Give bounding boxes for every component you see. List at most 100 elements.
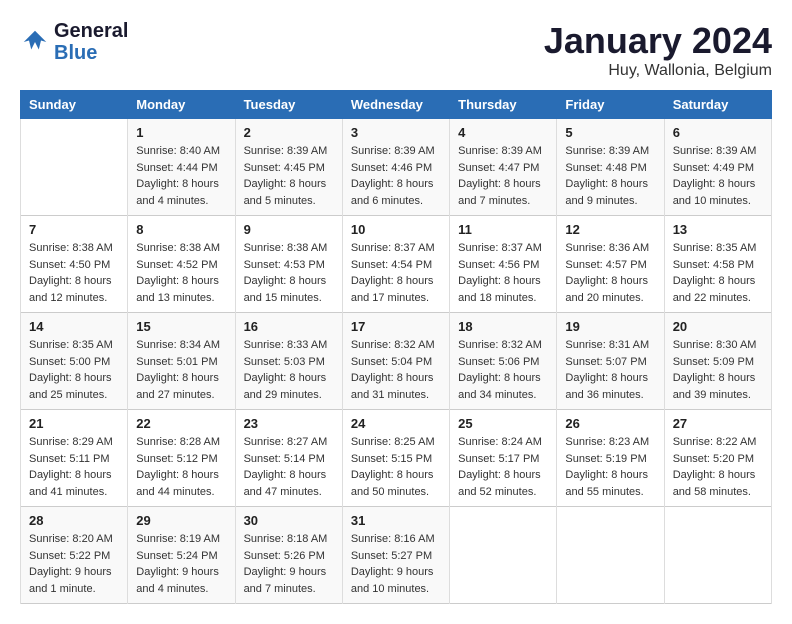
day-cell: 29 Sunrise: 8:19 AMSunset: 5:24 PMDayligh…: [128, 507, 235, 604]
day-info: Sunrise: 8:16 AMSunset: 5:27 PMDaylight:…: [351, 531, 441, 597]
header-tuesday: Tuesday: [235, 91, 342, 119]
day-cell: 23 Sunrise: 8:27 AMSunset: 5:14 PMDayligh…: [235, 410, 342, 507]
day-info: Sunrise: 8:39 AMSunset: 4:49 PMDaylight:…: [673, 143, 763, 209]
day-number: 14: [29, 319, 119, 334]
logo-icon: [20, 27, 50, 57]
day-info: Sunrise: 8:27 AMSunset: 5:14 PMDaylight:…: [244, 434, 334, 500]
day-cell: 12 Sunrise: 8:36 AMSunset: 4:57 PMDayligh…: [557, 216, 664, 313]
day-number: 3: [351, 125, 441, 140]
calendar-table: SundayMondayTuesdayWednesdayThursdayFrid…: [20, 90, 772, 604]
day-info: Sunrise: 8:38 AMSunset: 4:50 PMDaylight:…: [29, 240, 119, 306]
header-sunday: Sunday: [21, 91, 128, 119]
day-cell: 16Sunrise: 8:33 AMSunset: 5:03 PMDayligh…: [235, 313, 342, 410]
week-row-4: 28 Sunrise: 8:20 AMSunset: 5:22 PMDayligh…: [21, 507, 772, 604]
day-info: Sunrise: 8:31 AMSunset: 5:07 PMDaylight:…: [565, 337, 655, 403]
day-number: 9: [244, 222, 334, 237]
week-row-0: 1Sunrise: 8:40 AMSunset: 4:44 PMDaylight…: [21, 119, 772, 216]
day-cell: 24 Sunrise: 8:25 AMSunset: 5:15 PMDayligh…: [342, 410, 449, 507]
day-info: Sunrise: 8:35 AMSunset: 4:58 PMDaylight:…: [673, 240, 763, 306]
day-number: 21: [29, 416, 119, 431]
day-info: Sunrise: 8:30 AMSunset: 5:09 PMDaylight:…: [673, 337, 763, 403]
day-cell: [664, 507, 771, 604]
day-cell: 17 Sunrise: 8:32 AMSunset: 5:04 PMDayligh…: [342, 313, 449, 410]
day-info: Sunrise: 8:40 AMSunset: 4:44 PMDaylight:…: [136, 143, 226, 209]
day-info: Sunrise: 8:32 AMSunset: 5:04 PMDaylight:…: [351, 337, 441, 403]
day-info: Sunrise: 8:36 AMSunset: 4:57 PMDaylight:…: [565, 240, 655, 306]
day-info: Sunrise: 8:38 AMSunset: 4:53 PMDaylight:…: [244, 240, 334, 306]
day-number: 28: [29, 513, 119, 528]
day-cell: 1Sunrise: 8:40 AMSunset: 4:44 PMDaylight…: [128, 119, 235, 216]
day-number: 11: [458, 222, 548, 237]
day-info: Sunrise: 8:25 AMSunset: 5:15 PMDaylight:…: [351, 434, 441, 500]
day-cell: 27Sunrise: 8:22 AMSunset: 5:20 PMDayligh…: [664, 410, 771, 507]
page-header: General Blue January 2024 Huy, Wallonia,…: [20, 20, 772, 80]
day-number: 31: [351, 513, 441, 528]
header-friday: Friday: [557, 91, 664, 119]
day-cell: 18 Sunrise: 8:32 AMSunset: 5:06 PMDayligh…: [450, 313, 557, 410]
day-cell: 15Sunrise: 8:34 AMSunset: 5:01 PMDayligh…: [128, 313, 235, 410]
header-monday: Monday: [128, 91, 235, 119]
day-cell: 21 Sunrise: 8:29 AMSunset: 5:11 PMDayligh…: [21, 410, 128, 507]
day-number: 24: [351, 416, 441, 431]
day-number: 15: [136, 319, 226, 334]
day-number: 18: [458, 319, 548, 334]
day-info: Sunrise: 8:24 AMSunset: 5:17 PMDaylight:…: [458, 434, 548, 500]
day-number: 23: [244, 416, 334, 431]
day-cell: 26 Sunrise: 8:23 AMSunset: 5:19 PMDayligh…: [557, 410, 664, 507]
header-wednesday: Wednesday: [342, 91, 449, 119]
day-info: Sunrise: 8:37 AMSunset: 4:54 PMDaylight:…: [351, 240, 441, 306]
day-number: 20: [673, 319, 763, 334]
day-number: 19: [565, 319, 655, 334]
day-number: 4: [458, 125, 548, 140]
day-number: 26: [565, 416, 655, 431]
day-cell: 4 Sunrise: 8:39 AMSunset: 4:47 PMDaylight…: [450, 119, 557, 216]
day-info: Sunrise: 8:29 AMSunset: 5:11 PMDaylight:…: [29, 434, 119, 500]
day-cell: 6 Sunrise: 8:39 AMSunset: 4:49 PMDaylight…: [664, 119, 771, 216]
day-cell: 3 Sunrise: 8:39 AMSunset: 4:46 PMDaylight…: [342, 119, 449, 216]
day-cell: 28 Sunrise: 8:20 AMSunset: 5:22 PMDayligh…: [21, 507, 128, 604]
day-info: Sunrise: 8:32 AMSunset: 5:06 PMDaylight:…: [458, 337, 548, 403]
day-cell: 9 Sunrise: 8:38 AMSunset: 4:53 PMDaylight…: [235, 216, 342, 313]
week-row-1: 7Sunrise: 8:38 AMSunset: 4:50 PMDaylight…: [21, 216, 772, 313]
day-number: 22: [136, 416, 226, 431]
day-number: 6: [673, 125, 763, 140]
day-cell: 22Sunrise: 8:28 AMSunset: 5:12 PMDayligh…: [128, 410, 235, 507]
day-cell: 31 Sunrise: 8:16 AMSunset: 5:27 PMDayligh…: [342, 507, 449, 604]
day-cell: 13 Sunrise: 8:35 AMSunset: 4:58 PMDayligh…: [664, 216, 771, 313]
day-number: 13: [673, 222, 763, 237]
week-row-3: 21 Sunrise: 8:29 AMSunset: 5:11 PMDayligh…: [21, 410, 772, 507]
day-cell: 11 Sunrise: 8:37 AMSunset: 4:56 PMDayligh…: [450, 216, 557, 313]
day-info: Sunrise: 8:23 AMSunset: 5:19 PMDaylight:…: [565, 434, 655, 500]
month-title: January 2024: [544, 20, 772, 62]
day-info: Sunrise: 8:37 AMSunset: 4:56 PMDaylight:…: [458, 240, 548, 306]
day-info: Sunrise: 8:39 AMSunset: 4:48 PMDaylight:…: [565, 143, 655, 209]
day-cell: 2Sunrise: 8:39 AMSunset: 4:45 PMDaylight…: [235, 119, 342, 216]
day-info: Sunrise: 8:39 AMSunset: 4:47 PMDaylight:…: [458, 143, 548, 209]
day-number: 29: [136, 513, 226, 528]
day-info: Sunrise: 8:22 AMSunset: 5:20 PMDaylight:…: [673, 434, 763, 500]
day-number: 8: [136, 222, 226, 237]
day-number: 30: [244, 513, 334, 528]
day-number: 12: [565, 222, 655, 237]
header-saturday: Saturday: [664, 91, 771, 119]
title-block: January 2024 Huy, Wallonia, Belgium: [544, 20, 772, 80]
day-info: Sunrise: 8:18 AMSunset: 5:26 PMDaylight:…: [244, 531, 334, 597]
day-info: Sunrise: 8:20 AMSunset: 5:22 PMDaylight:…: [29, 531, 119, 597]
day-info: Sunrise: 8:19 AMSunset: 5:24 PMDaylight:…: [136, 531, 226, 597]
calendar-header-row: SundayMondayTuesdayWednesdayThursdayFrid…: [21, 91, 772, 119]
day-cell: 20 Sunrise: 8:30 AMSunset: 5:09 PMDayligh…: [664, 313, 771, 410]
day-cell: [450, 507, 557, 604]
day-number: 17: [351, 319, 441, 334]
day-cell: 10Sunrise: 8:37 AMSunset: 4:54 PMDayligh…: [342, 216, 449, 313]
day-info: Sunrise: 8:33 AMSunset: 5:03 PMDaylight:…: [244, 337, 334, 403]
day-cell: 14Sunrise: 8:35 AMSunset: 5:00 PMDayligh…: [21, 313, 128, 410]
header-thursday: Thursday: [450, 91, 557, 119]
day-number: 25: [458, 416, 548, 431]
day-cell: 25 Sunrise: 8:24 AMSunset: 5:17 PMDayligh…: [450, 410, 557, 507]
day-cell: [557, 507, 664, 604]
day-info: Sunrise: 8:39 AMSunset: 4:46 PMDaylight:…: [351, 143, 441, 209]
day-cell: 5Sunrise: 8:39 AMSunset: 4:48 PMDaylight…: [557, 119, 664, 216]
day-cell: 19 Sunrise: 8:31 AMSunset: 5:07 PMDayligh…: [557, 313, 664, 410]
week-row-2: 14Sunrise: 8:35 AMSunset: 5:00 PMDayligh…: [21, 313, 772, 410]
day-info: Sunrise: 8:39 AMSunset: 4:45 PMDaylight:…: [244, 143, 334, 209]
